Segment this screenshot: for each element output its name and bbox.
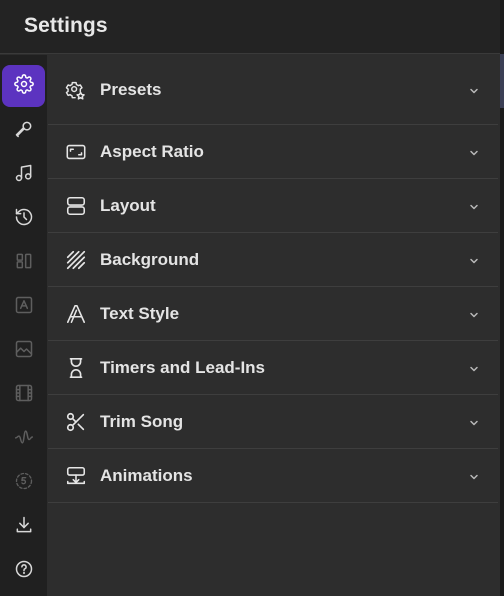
gear-icon bbox=[13, 73, 34, 99]
page-title: Settings bbox=[24, 14, 108, 37]
settings-app: Settings Presets Aspect Ratio Layout Bac… bbox=[0, 0, 504, 596]
section-label: Animations bbox=[100, 465, 193, 485]
animation-icon bbox=[65, 465, 87, 487]
section-presets[interactable]: Presets bbox=[48, 55, 498, 125]
section-label: Layout bbox=[100, 195, 156, 215]
scissors-icon bbox=[65, 411, 87, 433]
rail-microphone-button[interactable] bbox=[2, 110, 45, 152]
icon-rail bbox=[0, 55, 47, 596]
header-bar: Settings bbox=[0, 0, 500, 54]
text-style-icon bbox=[65, 303, 87, 325]
chevron-down-icon bbox=[468, 200, 480, 212]
download-icon bbox=[14, 515, 34, 540]
chevron-down-icon bbox=[468, 308, 480, 320]
section-animations[interactable]: Animations bbox=[48, 449, 498, 503]
columns-icon bbox=[14, 251, 34, 276]
film-icon bbox=[14, 383, 34, 408]
section-label: Background bbox=[100, 249, 200, 269]
text-box-icon bbox=[14, 295, 34, 320]
section-aspect-ratio[interactable]: Aspect Ratio bbox=[48, 125, 498, 179]
section-background[interactable]: Background bbox=[48, 233, 498, 287]
preset-gear-icon bbox=[65, 79, 87, 101]
image-icon bbox=[14, 339, 34, 364]
section-label: Presets bbox=[100, 79, 162, 99]
hourglass-icon bbox=[65, 357, 87, 379]
waveform-icon bbox=[14, 427, 34, 452]
chevron-down-icon bbox=[468, 146, 480, 158]
rail-film-button[interactable] bbox=[2, 374, 45, 416]
section-text-style[interactable]: Text Style bbox=[48, 287, 498, 341]
chevron-down-icon bbox=[468, 254, 480, 266]
section-label: Text Style bbox=[100, 303, 180, 323]
chevron-down-icon bbox=[468, 84, 480, 96]
layout-stack-icon bbox=[65, 195, 87, 217]
rail-help-button[interactable] bbox=[2, 550, 45, 592]
section-label: Aspect Ratio bbox=[100, 141, 204, 161]
rail-columns-button[interactable] bbox=[2, 242, 45, 284]
history-icon bbox=[14, 207, 34, 232]
aspect-ratio-icon bbox=[65, 141, 87, 163]
chevron-down-icon bbox=[468, 416, 480, 428]
chevron-down-icon bbox=[468, 362, 480, 374]
rail-settings-button[interactable] bbox=[2, 65, 45, 107]
section-trim-song[interactable]: Trim Song bbox=[48, 395, 498, 449]
music-note-icon bbox=[14, 163, 34, 188]
rail-waveform-button[interactable] bbox=[2, 418, 45, 460]
section-layout[interactable]: Layout bbox=[48, 179, 498, 233]
chevron-down-icon bbox=[468, 470, 480, 482]
microphone-icon bbox=[14, 119, 34, 144]
right-edge-strip bbox=[500, 0, 504, 596]
section-label: Trim Song bbox=[100, 411, 184, 431]
rail-countdown-button[interactable] bbox=[2, 462, 45, 504]
diagonal-stripes-icon bbox=[65, 249, 87, 271]
help-icon bbox=[14, 559, 34, 584]
settings-panel: Presets Aspect Ratio Layout Background T… bbox=[48, 55, 498, 503]
countdown-5-icon bbox=[14, 471, 34, 496]
rail-image-button[interactable] bbox=[2, 330, 45, 372]
rail-music-button[interactable] bbox=[2, 154, 45, 196]
rail-history-button[interactable] bbox=[2, 198, 45, 240]
section-label: Timers and Lead-Ins bbox=[100, 357, 266, 377]
section-timers[interactable]: Timers and Lead-Ins bbox=[48, 341, 498, 395]
right-edge-accent bbox=[500, 54, 504, 108]
rail-download-button[interactable] bbox=[2, 506, 45, 548]
rail-text-box-button[interactable] bbox=[2, 286, 45, 328]
